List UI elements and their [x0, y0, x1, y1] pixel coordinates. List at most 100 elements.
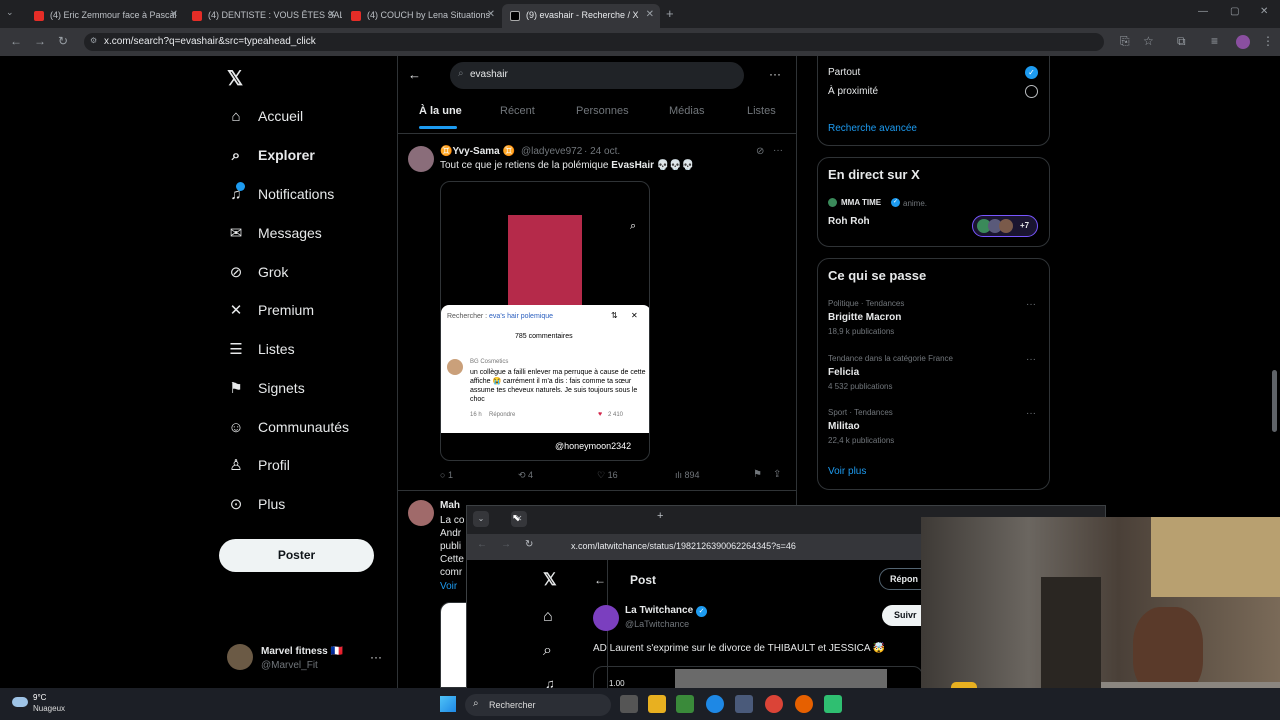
like-button[interactable]: ♡ 16 [597, 470, 618, 481]
zoom-icon[interactable]: ⌕ [630, 220, 636, 233]
back-arrow-icon[interactable]: ← [408, 67, 421, 82]
media-icon[interactable]: ≡ [1211, 34, 1218, 48]
author-name[interactable]: La Twitchance [625, 605, 693, 616]
sidebar-item-premium[interactable]: ✕ Premium [226, 295, 314, 325]
show-more-link[interactable]: Voir [440, 581, 457, 592]
trend-name[interactable]: Felicia [828, 367, 859, 378]
new-tab-icon[interactable]: + [666, 6, 674, 21]
account-name[interactable]: Marvel fitness 🇫🇷 [261, 646, 343, 657]
browser-tab-active[interactable]: (9) evashair - Recherche / X ✕ [502, 4, 660, 28]
radio-nearby[interactable] [1025, 85, 1038, 98]
tweet-author-name[interactable]: Mah [440, 500, 460, 511]
windows-icon[interactable] [440, 696, 456, 712]
home-icon[interactable]: ⌂ [543, 608, 553, 626]
more-options-icon[interactable]: ··· [1026, 408, 1036, 419]
sidebar-item-explorer[interactable]: ⌕ Explorer [226, 140, 315, 170]
taskbar-search[interactable]: Rechercher [465, 694, 611, 716]
scrollbar-thumb[interactable] [1272, 370, 1277, 432]
nvidia-icon[interactable] [676, 695, 694, 713]
more-options-icon[interactable]: ··· [773, 145, 783, 156]
more-options-icon[interactable]: ··· [769, 67, 781, 81]
menu-icon[interactable]: ⋮ [1262, 34, 1274, 48]
account-avatar[interactable] [227, 644, 253, 670]
minimize-icon[interactable]: — [1198, 6, 1208, 17]
tab-search-icon[interactable]: ⌄ [473, 511, 489, 527]
browser-tab[interactable]: (4) COUCH by Lena Situations ✕ [343, 4, 501, 28]
maximize-icon[interactable]: ▢ [1230, 6, 1239, 17]
address-bar[interactable]: x.com/search?q=evashair&src=typeahead_cl… [84, 33, 1104, 51]
sidebar-item-profil[interactable]: ♙ Profil [226, 450, 290, 480]
weather-temp[interactable]: 9°C [33, 693, 46, 702]
sidebar-item-listes[interactable]: ☰ Listes [226, 334, 294, 364]
back-arrow-icon[interactable]: ← [594, 573, 606, 587]
avatar[interactable] [408, 500, 434, 526]
file-explorer-icon[interactable] [648, 695, 666, 713]
back-icon[interactable]: ← [10, 34, 22, 48]
tab-personnes[interactable]: Personnes [576, 105, 629, 117]
chrome-icon[interactable] [765, 695, 783, 713]
browser-tab[interactable]: (4) Eric Zemmour face à Pascal ✕ [26, 4, 184, 28]
forward-icon[interactable]: → [501, 539, 511, 550]
author-avatar[interactable] [593, 605, 619, 631]
popup-address-bar[interactable]: x.com/latwitchance/status/19821263900622… [571, 541, 796, 551]
live-listeners[interactable]: +7 [972, 215, 1038, 237]
tweet-date[interactable]: · 24 oct. [584, 146, 620, 157]
sidebar-item-plus[interactable]: ⊙ Plus [226, 489, 286, 519]
more-options-icon[interactable]: ··· [1026, 354, 1036, 365]
trend-name[interactable]: Brigitte Macron [828, 312, 901, 323]
tab-medias[interactable]: Médias [669, 105, 704, 117]
app-icon[interactable] [824, 695, 842, 713]
task-view-icon[interactable] [620, 695, 638, 713]
search-icon[interactable]: ⌕ [543, 642, 552, 660]
sidebar-item-communautes[interactable]: ☺ Communautés [226, 412, 349, 442]
views-button[interactable]: ılı 894 [675, 470, 700, 480]
sidebar-item-grok[interactable]: ⊘ Grok [226, 257, 289, 287]
close-icon[interactable]: ✕ [170, 9, 178, 20]
reload-icon[interactable]: ↻ [58, 34, 68, 48]
search-input[interactable]: evashair [450, 62, 744, 89]
x-logo-icon[interactable]: 𝕏 [543, 570, 557, 590]
profile-avatar[interactable] [1236, 35, 1250, 49]
install-icon[interactable]: ⎘ [1120, 34, 1130, 49]
tab-recent[interactable]: Récent [500, 105, 535, 117]
advanced-search-link[interactable]: Recherche avancée [828, 123, 917, 134]
close-icon[interactable]: ✕ [487, 9, 495, 20]
new-tab-icon[interactable]: + [657, 510, 663, 522]
tab-a-la-une[interactable]: À la une [419, 105, 462, 117]
tab-listes[interactable]: Listes [747, 105, 776, 117]
close-icon[interactable]: ✕ [328, 9, 336, 20]
browser-tab[interactable]: (4) DENTISTE : VOUS ÊTES SAL ✕ [184, 4, 342, 28]
avatar[interactable] [408, 146, 434, 172]
edge-icon[interactable] [706, 695, 724, 713]
sidebar-item-messages[interactable]: ✉ Messages [226, 218, 322, 248]
tweet-author-name[interactable]: ♊Yvy-Sama ♊ [440, 146, 515, 157]
share-icon[interactable]: ⇪ [773, 469, 781, 480]
account-more-icon[interactable]: ··· [370, 650, 382, 664]
close-icon[interactable]: ✕ [646, 9, 654, 20]
forward-icon[interactable]: → [34, 34, 46, 48]
radio-everywhere[interactable]: ✓ [1025, 66, 1038, 79]
post-button[interactable]: Poster [219, 539, 374, 572]
grok-icon[interactable]: ⊘ [756, 146, 764, 157]
sidebar-item-signets[interactable]: ⚑ Signets [226, 373, 304, 403]
bookmark-icon[interactable]: ⚑ [753, 469, 762, 480]
tweet-author-handle[interactable]: @ladyeve972 [521, 146, 582, 157]
back-icon[interactable]: ← [477, 539, 487, 550]
site-info-icon[interactable]: ⚙ [90, 36, 97, 45]
star-icon[interactable]: ☆ [1143, 34, 1154, 48]
trend-name[interactable]: Militao [828, 421, 860, 432]
tweet-media[interactable]: ⌕ Rechercher : eva's hair polemique ⇅ ✕ … [440, 181, 650, 461]
repost-button[interactable]: ⟲ 4 [518, 470, 533, 481]
x-logo-icon[interactable]: 𝕏 [227, 66, 243, 91]
store-icon[interactable] [735, 695, 753, 713]
reload-icon[interactable]: ↻ [525, 539, 533, 550]
weather-desc[interactable]: Nuageux [33, 704, 65, 713]
reply-button[interactable]: ○ 1 [440, 470, 453, 480]
sidebar-item-accueil[interactable]: ⌂ Accueil [226, 101, 303, 131]
tab-search-icon[interactable]: ⌄ [6, 7, 14, 18]
close-window-icon[interactable]: ✕ [1260, 6, 1268, 17]
live-space-name[interactable]: Roh Roh [828, 216, 870, 227]
author-handle[interactable]: @LaTwitchance [625, 619, 689, 629]
more-options-icon[interactable]: ··· [1026, 299, 1036, 310]
firefox-icon[interactable] [795, 695, 813, 713]
